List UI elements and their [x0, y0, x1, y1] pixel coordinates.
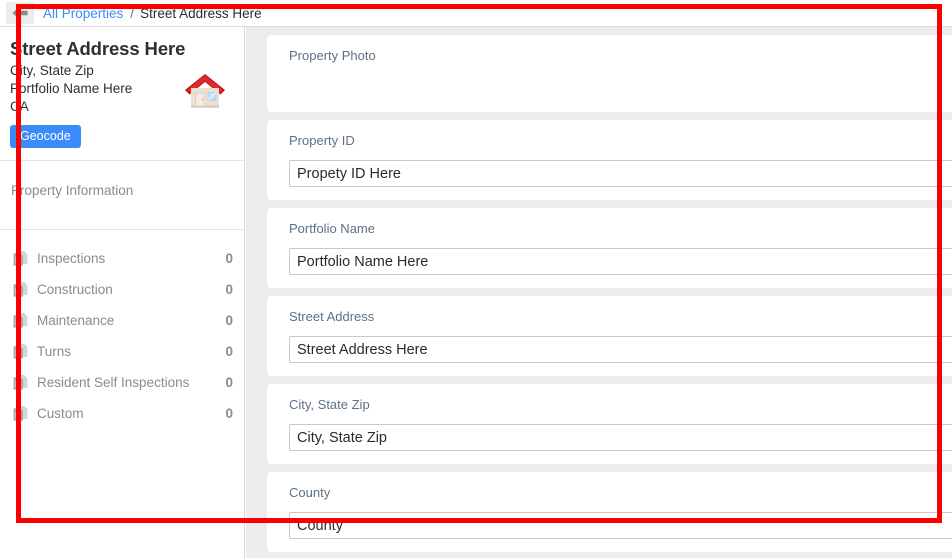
field-card-portfolio-name: Portfolio Name [267, 208, 952, 288]
sidebar-section-heading: Property Information [11, 183, 134, 199]
breadcrumb: All Properties / Street Address Here [0, 0, 952, 27]
property-detail-screen: All Properties / Street Address Here Str… [0, 0, 952, 558]
documents-icon [11, 312, 29, 330]
breadcrumb-current: Street Address Here [140, 5, 262, 21]
documents-icon [11, 343, 29, 361]
field-label: Property Photo [289, 48, 376, 63]
arrow-left-icon [11, 6, 29, 20]
field-label: City, State Zip [289, 397, 370, 412]
county-input[interactable] [289, 512, 952, 539]
sidebar-item-count: 0 [225, 313, 233, 329]
sidebar-item-turns[interactable]: Turns 0 [0, 336, 244, 367]
property-id-input[interactable] [289, 160, 952, 187]
sidebar-item-count: 0 [225, 344, 233, 360]
sidebar-item-construction[interactable]: Construction 0 [0, 274, 244, 305]
sidebar-item-count: 0 [225, 375, 233, 391]
documents-icon [11, 405, 29, 423]
main-panel: Property Photo Property ID Portfolio Nam… [246, 27, 952, 558]
documents-icon [11, 374, 29, 392]
sidebar-item-count: 0 [225, 406, 233, 422]
field-card-property-photo: Property Photo [267, 35, 952, 112]
sidebar-item-label: Inspections [37, 251, 106, 267]
sidebar-item-label: Resident Self Inspections [37, 375, 190, 391]
breadcrumb-link-all-properties[interactable]: All Properties [43, 6, 123, 21]
sidebar-item-custom[interactable]: Custom 0 [0, 398, 244, 429]
field-card-county: County [267, 472, 952, 552]
field-card-street-address: Street Address [267, 296, 952, 376]
documents-icon [11, 281, 29, 299]
page-title: Street Address Here [10, 38, 186, 59]
sidebar-item-label: Maintenance [37, 313, 115, 329]
field-label: Portfolio Name [289, 221, 375, 236]
city-state-zip-input[interactable] [289, 424, 952, 451]
sidebar-item-count: 0 [225, 282, 233, 298]
geocode-button[interactable]: Geocode [10, 124, 81, 149]
sidebar-item-count: 0 [225, 251, 233, 267]
breadcrumb-separator: / [130, 5, 135, 21]
property-form: Property Photo Property ID Portfolio Nam… [246, 27, 952, 558]
field-label: Property ID [289, 133, 355, 148]
house-icon [183, 71, 227, 111]
sidebar: Street Address Here City, State Zip Port… [0, 27, 245, 558]
back-button[interactable] [6, 2, 34, 24]
documents-icon [11, 250, 29, 268]
field-label: County [289, 485, 331, 500]
street-address-input[interactable] [289, 336, 952, 363]
property-summary: Street Address Here City, State Zip Port… [0, 27, 244, 160]
sidebar-nav-list: Inspections 0 Construction 0 Maintenance… [0, 230, 244, 429]
field-label: Street Address [289, 309, 375, 324]
sidebar-item-label: Turns [37, 344, 72, 360]
sidebar-item-maintenance[interactable]: Maintenance 0 [0, 305, 244, 336]
sidebar-item-label: Custom [37, 406, 84, 422]
sidebar-item-label: Construction [37, 282, 113, 298]
sidebar-item-inspections[interactable]: Inspections 0 [0, 243, 244, 274]
field-card-city-state-zip: City, State Zip [267, 384, 952, 464]
portfolio-name-input[interactable] [289, 248, 952, 275]
field-card-property-id: Property ID [267, 120, 952, 200]
sidebar-item-resident-self-inspections[interactable]: Resident Self Inspections 0 [0, 367, 244, 398]
